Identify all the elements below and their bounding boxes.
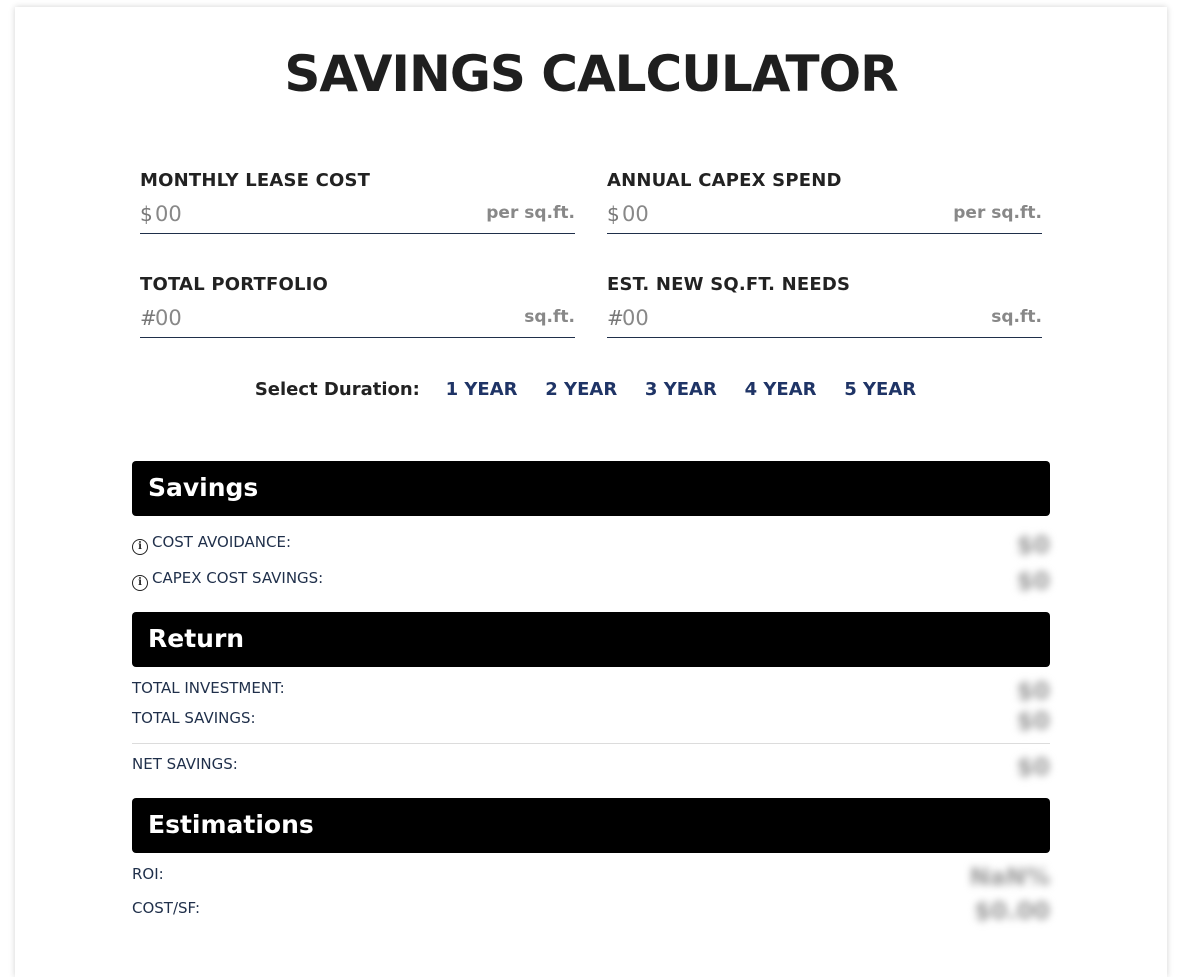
cost-per-sf-row: COST/SF: $0.00 [132,897,1050,925]
divider [132,743,1050,744]
capex-cost-savings-row: i CAPEX COST SAVINGS: $0 [132,567,1050,595]
unit-label: per sq.ft. [486,203,575,223]
total-portfolio-input[interactable] [155,303,455,333]
cost-avoidance-value: $0 [1016,531,1050,559]
estimations-section-header: Estimations [132,798,1050,853]
net-savings-row: NET SAVINGS: $0 [132,753,1050,781]
net-savings-value: $0 [1016,753,1050,781]
page-title: SAVINGS CALCULATOR [284,45,898,103]
savings-section-header: Savings [132,461,1050,516]
field-label: MONTHLY LEASE COST [140,170,371,191]
total-portfolio-field: TOTAL PORTFOLIO # sq.ft. [140,274,575,338]
section-title: Estimations [148,810,314,839]
total-savings-value: $0 [1016,707,1050,735]
capex-cost-savings-value: $0 [1016,567,1050,595]
duration-1-year[interactable]: 1 YEAR [446,379,518,400]
cost-per-sf-value: $0.00 [974,897,1050,925]
new-sqft-needs-field: EST. NEW SQ.FT. NEEDS # sq.ft. [607,274,1042,338]
duration-2-year[interactable]: 2 YEAR [545,379,617,400]
unit-label: per sq.ft. [953,203,1042,223]
unit-label: sq.ft. [524,307,575,327]
return-section-header: Return [132,612,1050,667]
duration-3-year[interactable]: 3 YEAR [645,379,717,400]
roi-value: NaN% [969,863,1050,891]
monthly-lease-cost-input[interactable] [155,199,455,229]
currency-prefix: $ [140,202,153,226]
field-label: EST. NEW SQ.FT. NEEDS [607,274,851,295]
capex-cost-savings-label: CAPEX COST SAVINGS: [152,569,324,587]
field-label: ANNUAL CAPEX SPEND [607,170,842,191]
total-savings-label: TOTAL SAVINGS: [132,709,256,727]
total-investment-value: $0 [1016,677,1050,705]
info-icon[interactable]: i [132,539,148,555]
net-savings-label: NET SAVINGS: [132,755,238,773]
cost-per-sf-label: COST/SF: [132,899,201,917]
annual-capex-spend-field: ANNUAL CAPEX SPEND $ per sq.ft. [607,170,1042,234]
calculator-card: SAVINGS CALCULATOR MONTHLY LEASE COST $ … [15,7,1167,977]
annual-capex-spend-input[interactable] [622,199,922,229]
field-label: TOTAL PORTFOLIO [140,274,329,295]
total-investment-label: TOTAL INVESTMENT: [132,679,285,697]
roi-label: ROI: [132,865,164,883]
roi-row: ROI: NaN% [132,863,1050,891]
currency-prefix: $ [607,202,620,226]
duration-selector: Select Duration: 1 YEAR 2 YEAR 3 YEAR 4 … [15,379,1167,400]
total-savings-row: TOTAL SAVINGS: $0 [132,707,1050,735]
duration-4-year[interactable]: 4 YEAR [745,379,817,400]
section-title: Savings [148,473,259,502]
new-sqft-needs-input[interactable] [622,303,922,333]
duration-5-year[interactable]: 5 YEAR [844,379,916,400]
unit-label: sq.ft. [991,307,1042,327]
info-icon[interactable]: i [132,575,148,591]
total-investment-row: TOTAL INVESTMENT: $0 [132,677,1050,705]
monthly-lease-cost-field: MONTHLY LEASE COST $ per sq.ft. [140,170,575,234]
cost-avoidance-row: i COST AVOIDANCE: $0 [132,531,1050,559]
section-title: Return [148,624,245,653]
duration-label: Select Duration: [254,379,420,400]
cost-avoidance-label: COST AVOIDANCE: [152,533,292,551]
